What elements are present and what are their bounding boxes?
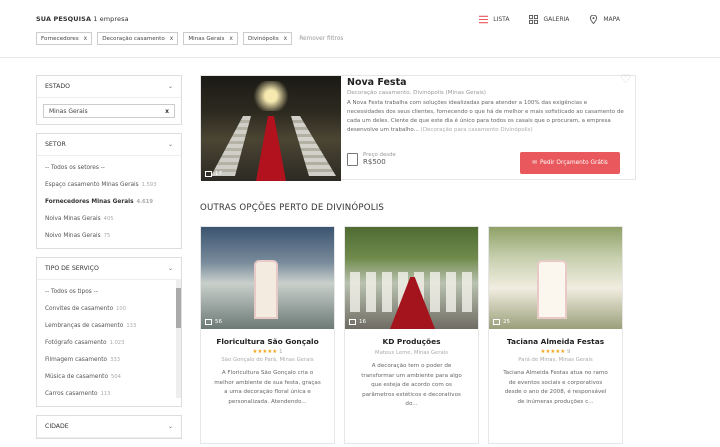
vendor-subtitle: Decoração casamento, Divinópolis (Minas … xyxy=(347,90,486,96)
close-icon[interactable]: x xyxy=(229,35,233,42)
view-gallery-button[interactable]: GALERIA xyxy=(529,15,569,24)
scrollbar[interactable] xyxy=(176,280,181,398)
vendor-title[interactable]: Nova Festa xyxy=(347,77,625,88)
photo-count: 16 xyxy=(349,319,366,325)
photo-count: 56 xyxy=(205,319,222,325)
vendor-name[interactable]: Floricultura São Gonçalo xyxy=(201,337,334,346)
service-option[interactable]: Fotógrafo casamento 1.023 xyxy=(45,334,173,351)
section-title: OUTRAS OPÇÕES PERTO DE DIVINÓPOLIS xyxy=(200,203,385,213)
sector-option[interactable]: Noivo Minas Gerais 75 xyxy=(45,227,173,244)
filter-chips: Fornecedores x Decoração casamento x Minas… xyxy=(36,32,343,45)
state-input[interactable]: Minas Gerais x xyxy=(43,104,175,118)
filter-chip[interactable]: Minas Gerais x xyxy=(183,32,238,45)
chevron-down-icon: ⌄ xyxy=(167,141,173,148)
view-list-button[interactable]: LISTA xyxy=(479,15,509,24)
photo-cake xyxy=(539,262,565,317)
close-icon[interactable]: x xyxy=(170,35,174,42)
photo-carpet xyxy=(256,116,286,181)
grid-icon xyxy=(529,15,539,24)
price-block: Preço desde R$500 xyxy=(347,152,396,166)
photo-icon xyxy=(349,319,356,325)
vendor-card[interactable]: 25 Taciana Almeida Festas ★★★★★ 9 Pará d… xyxy=(488,226,623,444)
service-option[interactable]: -- Todos os tipos -- xyxy=(45,283,173,300)
vendor-photo[interactable]: 56 xyxy=(201,227,334,329)
city-filter-header[interactable]: CIDADE ⌄ xyxy=(37,416,181,438)
vendor-name[interactable]: Taciana Almeida Festas xyxy=(489,337,622,346)
calculator-icon xyxy=(347,152,358,166)
photo-icon xyxy=(493,319,500,325)
rating-stars: ★★★★★ 1 xyxy=(252,349,283,355)
close-icon[interactable]: x xyxy=(284,35,288,42)
close-icon[interactable]: x xyxy=(84,35,88,42)
vendor-card[interactable]: 16 KD Produções Mateus Leme, Minas Gerai… xyxy=(344,226,479,444)
state-filter: ESTADO ⌄ Minas Gerais x xyxy=(36,75,182,125)
list-icon xyxy=(479,15,489,24)
vendor-description: A Nova Festa trabalha com soluções ideal… xyxy=(347,100,624,133)
sector-option[interactable]: Noiva Minas Gerais 405 xyxy=(45,210,173,227)
scrollbar-thumb[interactable] xyxy=(176,288,181,328)
vendor-description: A Floricultura São Gonçalo cria o melhor… xyxy=(214,370,321,405)
heart-icon[interactable]: ♡ xyxy=(620,72,631,86)
search-label: SUA PESQUISA xyxy=(36,15,92,23)
service-option[interactable]: Lembranças de casamento 133 xyxy=(45,317,173,334)
featured-photo[interactable]: 17 xyxy=(201,76,341,181)
results-main: 17 Nova Festa Decoração casamento, Divin… xyxy=(200,72,720,444)
photo-icon xyxy=(205,319,212,325)
map-pin-icon xyxy=(590,15,598,24)
search-summary: SUA PESQUISA 1 empresa xyxy=(36,15,129,23)
photo-chairs-right xyxy=(291,116,336,176)
vendor-description: A decoração tem o poder de transformar u… xyxy=(361,363,462,407)
vendor-photo[interactable]: 16 xyxy=(345,227,478,329)
service-option[interactable]: Música de casamento 504 xyxy=(45,368,173,385)
service-type-filter-header[interactable]: TIPO DE SERVIÇO ⌄ xyxy=(37,258,181,280)
filter-chip[interactable]: Fornecedores x xyxy=(36,32,93,45)
nearby-cards: 56 Floricultura São Gonçalo ★★★★★ 1 São … xyxy=(200,226,623,444)
view-map-button[interactable]: MAPA xyxy=(589,15,620,24)
photo-cake xyxy=(256,262,276,317)
photo-count: 25 xyxy=(493,319,510,325)
mail-icon: ✉ xyxy=(532,160,538,166)
service-option[interactable]: Filmagem casamento 333 xyxy=(45,351,173,368)
vendor-location: Mateus Leme, Minas Gerais xyxy=(375,350,448,356)
filter-chip[interactable]: Decoração casamento x xyxy=(97,32,179,45)
filter-chip[interactable]: Divinópolis x xyxy=(242,32,293,45)
photo-chairs-left xyxy=(211,116,251,176)
service-type-filter: TIPO DE SERVIÇO ⌄ -- Todos os tipos -- Co… xyxy=(36,257,182,407)
vendor-card[interactable]: 56 Floricultura São Gonçalo ★★★★★ 1 São … xyxy=(200,226,335,444)
photo-icon xyxy=(205,171,212,177)
vendor-name[interactable]: KD Produções xyxy=(345,337,478,346)
state-filter-header[interactable]: ESTADO ⌄ xyxy=(37,76,181,98)
vendor-location: São Gonçalo do Pará, Minas Gerais xyxy=(221,357,314,363)
vendor-description: Taciana Almeida Festas atua no ramo de e… xyxy=(503,370,608,405)
chevron-down-icon: ⌄ xyxy=(167,83,173,90)
vendor-photo[interactable]: 25 xyxy=(489,227,622,329)
service-option[interactable]: Carros casamento 113 xyxy=(45,385,173,402)
vendor-location: Pará de Minas, Minas Gerais xyxy=(518,357,593,363)
sector-option[interactable]: Fornecedores Minas Gerais 4.619 xyxy=(45,193,173,210)
featured-listing[interactable]: 17 Nova Festa Decoração casamento, Divin… xyxy=(200,72,636,181)
city-filter: CIDADE ⌄ xyxy=(36,415,182,439)
sector-filter: SETOR ⌄ -- Todos os setores -- Espaço cas… xyxy=(36,133,182,249)
sector-filter-header[interactable]: SETOR ⌄ xyxy=(37,134,181,156)
remove-filters-link[interactable]: Remover filtros xyxy=(299,36,343,42)
chevron-down-icon: ⌄ xyxy=(167,423,173,430)
sector-option[interactable]: Espaço casamento Minas Gerais 1.593 xyxy=(45,176,173,193)
chevron-down-icon: ⌄ xyxy=(167,265,173,272)
search-count: 1 empresa xyxy=(93,15,129,23)
view-switcher: LISTA GALERIA MAPA xyxy=(479,15,620,24)
sector-option[interactable]: -- Todos os setores -- xyxy=(45,159,173,176)
topbar: SUA PESQUISA 1 empresa Fornecedores x Dec… xyxy=(0,0,720,58)
photo-count: 17 xyxy=(205,171,222,177)
clear-icon[interactable]: x xyxy=(165,108,169,115)
filters-sidebar: ESTADO ⌄ Minas Gerais x SETOR ⌄ -- Todos os… xyxy=(36,75,182,447)
request-quote-button[interactable]: ✉ Pedir Orçamento Grátis xyxy=(520,152,620,174)
rating-stars: ★★★★★ 9 xyxy=(540,349,571,355)
service-option[interactable]: Convites de casamento 100 xyxy=(45,300,173,317)
photo-light xyxy=(246,81,296,111)
